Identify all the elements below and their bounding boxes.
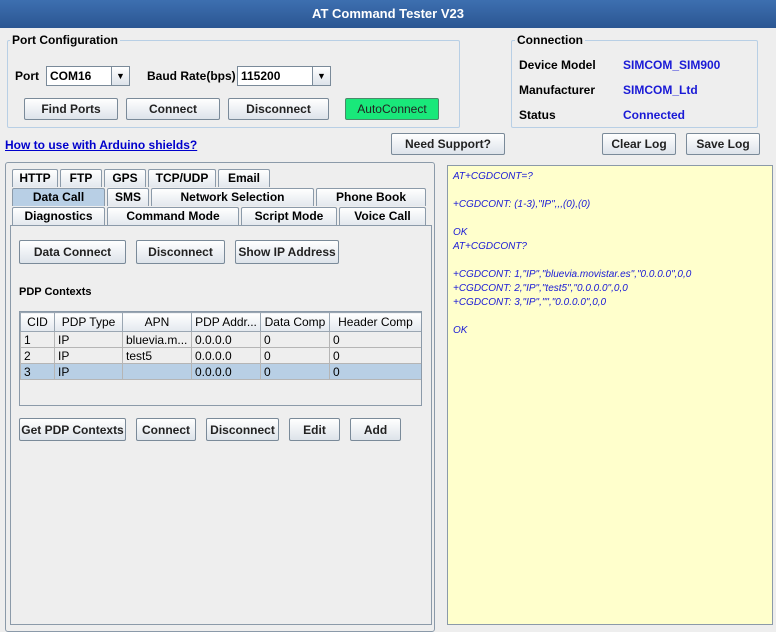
- connect-button[interactable]: Connect: [126, 98, 220, 120]
- table-row[interactable]: 1 IP bluevia.m... 0.0.0.0 0 0: [20, 331, 421, 348]
- column-header-cid[interactable]: CID: [20, 312, 55, 332]
- connection-legend: Connection: [515, 33, 585, 47]
- cell-cid: 1: [20, 331, 55, 348]
- cell-data-comp: 0: [260, 331, 330, 348]
- add-button[interactable]: Add: [350, 418, 401, 441]
- pane-splitter[interactable]: [434, 162, 446, 622]
- device-model-label: Device Model: [519, 58, 596, 72]
- cell-pdp-addr: 0.0.0.0: [191, 347, 261, 364]
- chevron-down-icon[interactable]: ▼: [111, 67, 129, 85]
- log-line: +CGDCONT: 3,"IP","","0.0.0.0",0,0: [453, 297, 607, 308]
- cell-pdp-addr: 0.0.0.0: [191, 363, 261, 380]
- pdp-contexts-title: PDP Contexts: [19, 286, 92, 298]
- manufacturer-value: SIMCOM_Ltd: [623, 83, 698, 97]
- baud-select-value: 115200: [241, 69, 281, 83]
- cell-data-comp: 0: [260, 347, 330, 364]
- port-select[interactable]: COM16 ▼: [46, 66, 130, 86]
- save-log-button[interactable]: Save Log: [686, 133, 760, 155]
- cell-cid: 3: [20, 363, 55, 380]
- autoconnect-button[interactable]: AutoConnect: [345, 98, 439, 120]
- edit-button[interactable]: Edit: [289, 418, 340, 441]
- table-row[interactable]: 2 IP test5 0.0.0.0 0 0: [20, 347, 421, 364]
- data-connect-button[interactable]: Data Connect: [19, 240, 126, 264]
- log-output[interactable]: AT+CGDCONT=? +CGDCONT: (1-3),"IP",,,(0),…: [447, 165, 773, 625]
- arduino-howto-link[interactable]: How to use with Arduino shields?: [5, 138, 197, 152]
- disconnect-button[interactable]: Disconnect: [228, 98, 329, 120]
- status-label: Status: [519, 108, 556, 122]
- baud-label: Baud Rate(bps): [147, 69, 236, 83]
- tab-diagnostics[interactable]: Diagnostics: [12, 207, 105, 225]
- tab-http[interactable]: HTTP: [12, 169, 58, 187]
- cell-cid: 2: [20, 347, 55, 364]
- cell-data-comp: 0: [260, 363, 330, 380]
- find-ports-button[interactable]: Find Ports: [24, 98, 118, 120]
- cell-apn: test5: [122, 347, 192, 364]
- column-header-data-comp[interactable]: Data Comp: [260, 312, 330, 332]
- cell-pdp-type: IP: [54, 347, 123, 364]
- column-header-pdp-addr[interactable]: PDP Addr...: [191, 312, 261, 332]
- window-title: AT Command Tester V23: [0, 0, 776, 28]
- port-select-value: COM16: [50, 69, 92, 83]
- show-ip-button[interactable]: Show IP Address: [235, 240, 339, 264]
- tab-command-mode[interactable]: Command Mode: [107, 207, 239, 225]
- cell-pdp-addr: 0.0.0.0: [191, 331, 261, 348]
- pdp-table-container[interactable]: CID PDP Type APN PDP Addr... Data Comp H…: [19, 311, 422, 406]
- log-line: +CGDCONT: 1,"IP","bluevia.movistar.es","…: [453, 269, 692, 280]
- manufacturer-label: Manufacturer: [519, 83, 596, 97]
- tab-sms[interactable]: SMS: [107, 188, 149, 206]
- baud-select[interactable]: 115200 ▼: [237, 66, 331, 86]
- tab-phone-book[interactable]: Phone Book: [316, 188, 426, 206]
- tab-ftp[interactable]: FTP: [60, 169, 102, 187]
- pdp-connect-button[interactable]: Connect: [136, 418, 196, 441]
- log-line: OK: [453, 325, 468, 336]
- get-pdp-contexts-button[interactable]: Get PDP Contexts: [19, 418, 126, 441]
- cell-header-comp: 0: [329, 347, 421, 364]
- column-header-header-comp[interactable]: Header Comp: [329, 312, 421, 332]
- log-line: +CGDCONT: 2,"IP","test5","0.0.0.0",0,0: [453, 283, 628, 294]
- table-header-row: CID PDP Type APN PDP Addr... Data Comp H…: [20, 312, 421, 332]
- status-value: Connected: [623, 108, 686, 122]
- need-support-button[interactable]: Need Support?: [391, 133, 505, 155]
- cell-pdp-type: IP: [54, 331, 123, 348]
- cell-apn: bluevia.m...: [122, 331, 192, 348]
- log-line: +CGDCONT: (1-3),"IP",,,(0),(0): [453, 199, 591, 210]
- tab-network-selection[interactable]: Network Selection: [151, 188, 314, 206]
- cell-header-comp: 0: [329, 331, 421, 348]
- cell-pdp-type: IP: [54, 363, 123, 380]
- pdp-table: CID PDP Type APN PDP Addr... Data Comp H…: [20, 312, 421, 380]
- cell-apn: [122, 363, 192, 380]
- cell-header-comp: 0: [329, 363, 421, 380]
- tab-tcp-udp[interactable]: TCP/UDP: [148, 169, 216, 187]
- table-row-selected[interactable]: 3 IP 0.0.0.0 0 0: [20, 363, 421, 380]
- column-header-apn[interactable]: APN: [122, 312, 192, 332]
- column-header-pdp-type[interactable]: PDP Type: [54, 312, 123, 332]
- pdp-disconnect-button[interactable]: Disconnect: [206, 418, 279, 441]
- data-disconnect-button[interactable]: Disconnect: [136, 240, 225, 264]
- tab-gps[interactable]: GPS: [104, 169, 146, 187]
- port-config-legend: Port Configuration: [10, 33, 120, 47]
- chevron-down-icon[interactable]: ▼: [312, 67, 330, 85]
- tab-script-mode[interactable]: Script Mode: [241, 207, 337, 225]
- tab-data-call[interactable]: Data Call: [12, 188, 105, 206]
- log-line: OK: [453, 227, 468, 238]
- log-line: AT+CGDCONT?: [453, 241, 527, 252]
- tab-voice-call[interactable]: Voice Call: [339, 207, 426, 225]
- port-label: Port: [15, 69, 39, 83]
- device-model-value: SIMCOM_SIM900: [623, 58, 721, 72]
- log-line: AT+CGDCONT=?: [453, 171, 533, 182]
- clear-log-button[interactable]: Clear Log: [602, 133, 676, 155]
- tab-email[interactable]: Email: [218, 169, 270, 187]
